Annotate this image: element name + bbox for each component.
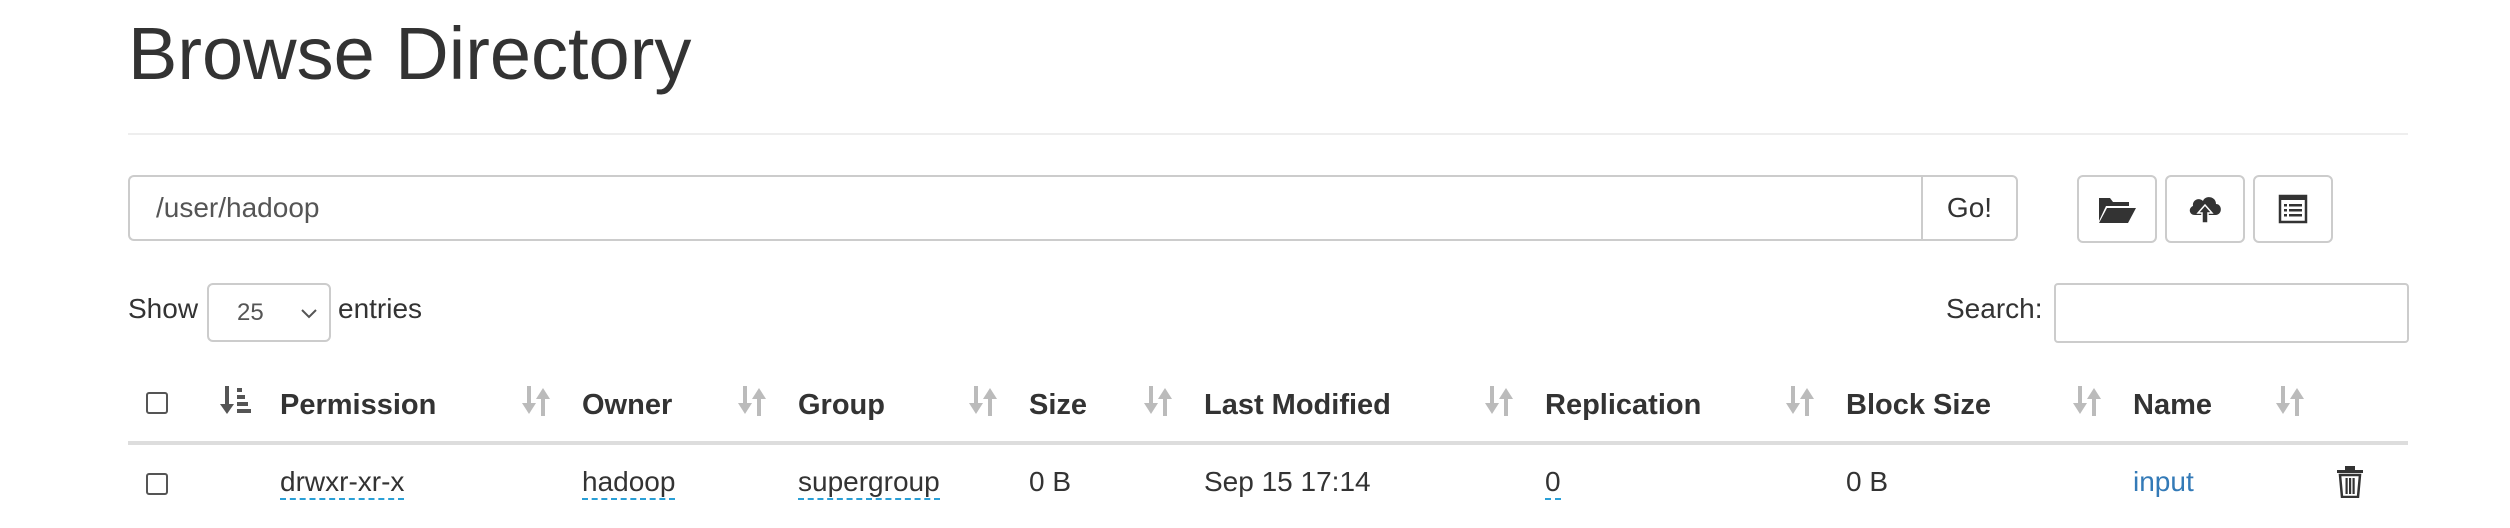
column-header-size[interactable]: Size — [1029, 389, 1087, 422]
page-title: Browse Directory — [128, 12, 692, 95]
replication-value[interactable]: 0 — [1545, 466, 1561, 500]
sort-both-icon[interactable] — [736, 384, 768, 418]
select-all-checkbox[interactable] — [146, 392, 168, 414]
chevron-down-icon — [301, 309, 317, 319]
cloud-upload-icon — [2189, 197, 2221, 224]
entries-per-page-select[interactable]: 25 — [207, 283, 331, 342]
owner-value[interactable]: hadoop — [582, 466, 676, 500]
sort-both-icon[interactable] — [1784, 384, 1816, 418]
column-header-block-size[interactable]: Block Size — [1846, 389, 1991, 422]
go-button[interactable]: Go! — [1921, 175, 2018, 241]
sort-ascending-icon[interactable] — [219, 384, 251, 418]
entries-label: entries — [338, 293, 423, 324]
column-header-name[interactable]: Name — [2133, 389, 2212, 422]
sort-both-icon[interactable] — [1483, 384, 1515, 418]
browse-directory-page: Browse Directory /user/hadoop Go! Show 2… — [0, 0, 2510, 528]
column-header-group[interactable]: Group — [798, 389, 885, 422]
owner-cell[interactable]: hadoop — [582, 466, 676, 500]
group-value[interactable]: supergroup — [798, 466, 940, 500]
column-header-permission[interactable]: Permission — [280, 389, 436, 422]
sort-both-icon[interactable] — [1142, 384, 1174, 418]
entries-per-page-value: 25 — [237, 298, 264, 326]
sort-both-icon[interactable] — [967, 384, 999, 418]
block-size-cell: 0 B — [1846, 466, 1889, 497]
trash-icon[interactable] — [2336, 466, 2364, 498]
column-header-owner[interactable]: Owner — [582, 389, 672, 422]
folder-open-icon — [2099, 198, 2136, 223]
search-input[interactable] — [2054, 283, 2409, 343]
row-checkbox[interactable] — [146, 473, 168, 495]
upload-files-button[interactable] — [2165, 175, 2245, 243]
column-header-replication[interactable]: Replication — [1545, 389, 1701, 422]
permission-cell[interactable]: drwxr-xr-x — [280, 466, 405, 500]
table-header-divider — [128, 441, 2408, 445]
group-cell[interactable]: supergroup — [798, 466, 940, 500]
create-directory-button[interactable] — [2077, 175, 2157, 243]
search-label: Search: — [1946, 293, 2043, 324]
list-alt-icon — [2278, 194, 2308, 224]
name-cell[interactable]: input — [2133, 466, 2194, 498]
sort-both-icon[interactable] — [2274, 384, 2306, 418]
last-modified-cell: Sep 15 17:14 — [1204, 466, 1371, 497]
directory-path-input[interactable]: /user/hadoop — [128, 175, 1922, 241]
file-name-link[interactable]: input — [2133, 466, 2194, 497]
sort-both-icon[interactable] — [520, 384, 552, 418]
permission-value[interactable]: drwxr-xr-x — [280, 466, 405, 500]
size-cell: 0 B — [1029, 466, 1072, 497]
replication-cell[interactable]: 0 — [1545, 466, 1561, 500]
cut-paste-button[interactable] — [2253, 175, 2333, 243]
column-header-last-modified[interactable]: Last Modified — [1204, 389, 1391, 422]
directory-path-value: /user/hadoop — [156, 192, 320, 223]
sort-both-icon[interactable] — [2071, 384, 2103, 418]
show-label: Show — [128, 293, 199, 324]
title-divider — [128, 133, 2408, 135]
